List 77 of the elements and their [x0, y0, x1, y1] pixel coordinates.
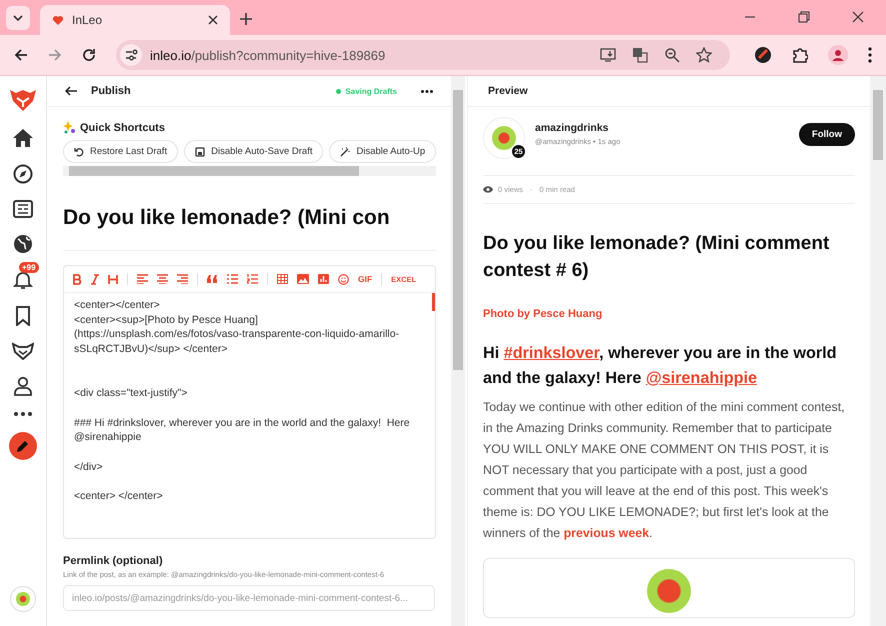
quote-icon[interactable] — [207, 275, 218, 283]
notification-badge: +99 — [19, 262, 39, 273]
extension-icon[interactable] — [754, 46, 772, 64]
numbered-list-icon[interactable] — [247, 274, 258, 284]
close-icon[interactable] — [208, 15, 218, 25]
permlink-field[interactable]: inleo.io/posts/@amazingdrinks/do-you-like-lemonade-mini-comment-contest-6... — [63, 585, 435, 611]
post-link[interactable]: @sirenahippie — [646, 369, 757, 387]
post-heading: Hi #drinkslover, wherever you are in the world and the galaxy! Here @sirenahippie — [483, 343, 838, 389]
page-title: Publish — [91, 85, 131, 97]
post-link[interactable]: #drinkslover — [504, 344, 600, 362]
saving-status: Saving Drafts — [345, 86, 397, 96]
horizontal-scrollbar[interactable] — [63, 166, 436, 176]
browser-tab[interactable]: InLeo — [40, 5, 230, 35]
align-left-icon[interactable] — [137, 274, 148, 284]
post-paragraph: Today we continue with other edition of the mini comment contest, in the Amazing Drinks community. Remember that to participate YOU WILL ONLY MAKE ONE COMMENT ON THIS POST, it is NOT necessary that you participate with a post, just a good comment that you will leave at the end of this post. This week's theme is: DO YOU LIKE LEMONADE?; but first let's look at the winners of the previous week. — [483, 399, 846, 542]
bullet-list-icon[interactable] — [227, 274, 238, 284]
heart-icon — [52, 14, 64, 26]
compose-button[interactable] — [9, 432, 37, 460]
bell-icon[interactable] — [13, 270, 33, 290]
field-label: Permlink (optional) — [63, 555, 164, 567]
restore-icon[interactable] — [798, 11, 810, 23]
section-title: Quick Shortcuts — [80, 122, 165, 134]
bold-icon[interactable] — [72, 274, 82, 284]
vertical-scrollbar[interactable] — [870, 76, 886, 626]
wand-icon — [340, 146, 350, 156]
heading-icon[interactable] — [108, 274, 118, 284]
italic-icon[interactable] — [91, 274, 99, 284]
site-settings-icon[interactable] — [120, 44, 142, 66]
undo-icon — [74, 146, 84, 156]
fox-icon[interactable] — [12, 342, 34, 360]
shortcut-button[interactable]: Disable Auto-Save Draft — [184, 140, 324, 163]
table-icon[interactable] — [277, 274, 288, 284]
new-tab-icon[interactable] — [240, 13, 252, 25]
back-icon[interactable] — [14, 48, 28, 62]
sparkles-icon — [63, 121, 76, 134]
chart-icon[interactable] — [318, 274, 329, 284]
reload-icon[interactable] — [82, 48, 96, 62]
toolbar-text-button[interactable]: GIF — [358, 274, 372, 284]
install-app-icon[interactable] — [600, 47, 616, 63]
align-right-icon[interactable] — [177, 274, 188, 284]
zoom-icon[interactable] — [664, 47, 680, 63]
bookmark-icon[interactable] — [15, 306, 31, 326]
status-dot-icon — [336, 88, 342, 94]
pane-title: Preview — [488, 85, 528, 97]
more-icon[interactable] — [421, 90, 433, 92]
image-icon[interactable] — [297, 274, 309, 284]
shortcut-button[interactable]: Restore Last Draft — [63, 140, 178, 163]
post-link[interactable]: previous week — [564, 526, 649, 540]
shortcut-button[interactable]: Disable Auto-Up — [329, 140, 436, 163]
align-center-icon[interactable] — [157, 274, 168, 284]
back-arrow-icon[interactable] — [65, 86, 77, 96]
pencil-icon — [16, 439, 30, 453]
emoji-icon[interactable] — [338, 274, 349, 284]
star-icon[interactable] — [696, 47, 712, 63]
puzzle-icon[interactable] — [792, 47, 808, 63]
lion-logo-icon[interactable] — [9, 88, 37, 112]
post-title-field[interactable]: Do you like lemonade? (Mini con — [63, 206, 436, 251]
profile-icon[interactable] — [828, 45, 848, 65]
tab-list-button[interactable] — [6, 6, 30, 30]
user-icon[interactable] — [13, 376, 33, 396]
address-bar[interactable]: inleo.io/publish?community=hive-189869 — [116, 40, 730, 70]
globe-icon[interactable] — [13, 234, 33, 254]
markdown-editor[interactable]: <center></center> <center><sup>[Photo by Pesce Huang] (https://unsplash.com/es/fotos/vaso-transparente-con-liquido-amarillo- sSLqRCTJBvU)</sup> </center> <div class="text-justify"> ### Hi #drinkslover, wherever you are in the world and the galaxy! Here @sirenahippie </div> <center> </center> — [64, 293, 435, 538]
follow-button[interactable]: Follow — [798, 122, 855, 146]
author-name[interactable]: amazingdrinks — [535, 122, 620, 134]
post-title: Do you like lemonade? (Mini comment contest # 6) — [483, 232, 830, 283]
close-icon[interactable] — [852, 11, 864, 23]
avatar-icon[interactable] — [10, 586, 36, 612]
newspaper-icon[interactable] — [13, 200, 33, 218]
eye-icon — [483, 186, 493, 193]
vertical-scrollbar[interactable] — [451, 76, 465, 626]
more-icon[interactable] — [14, 412, 32, 416]
compass-icon[interactable] — [13, 164, 33, 184]
photo-credit-link[interactable]: Photo by Pesce Huang — [483, 308, 855, 320]
chevron-down-icon — [13, 15, 23, 21]
menu-icon[interactable] — [868, 47, 872, 63]
home-icon[interactable] — [12, 128, 34, 148]
